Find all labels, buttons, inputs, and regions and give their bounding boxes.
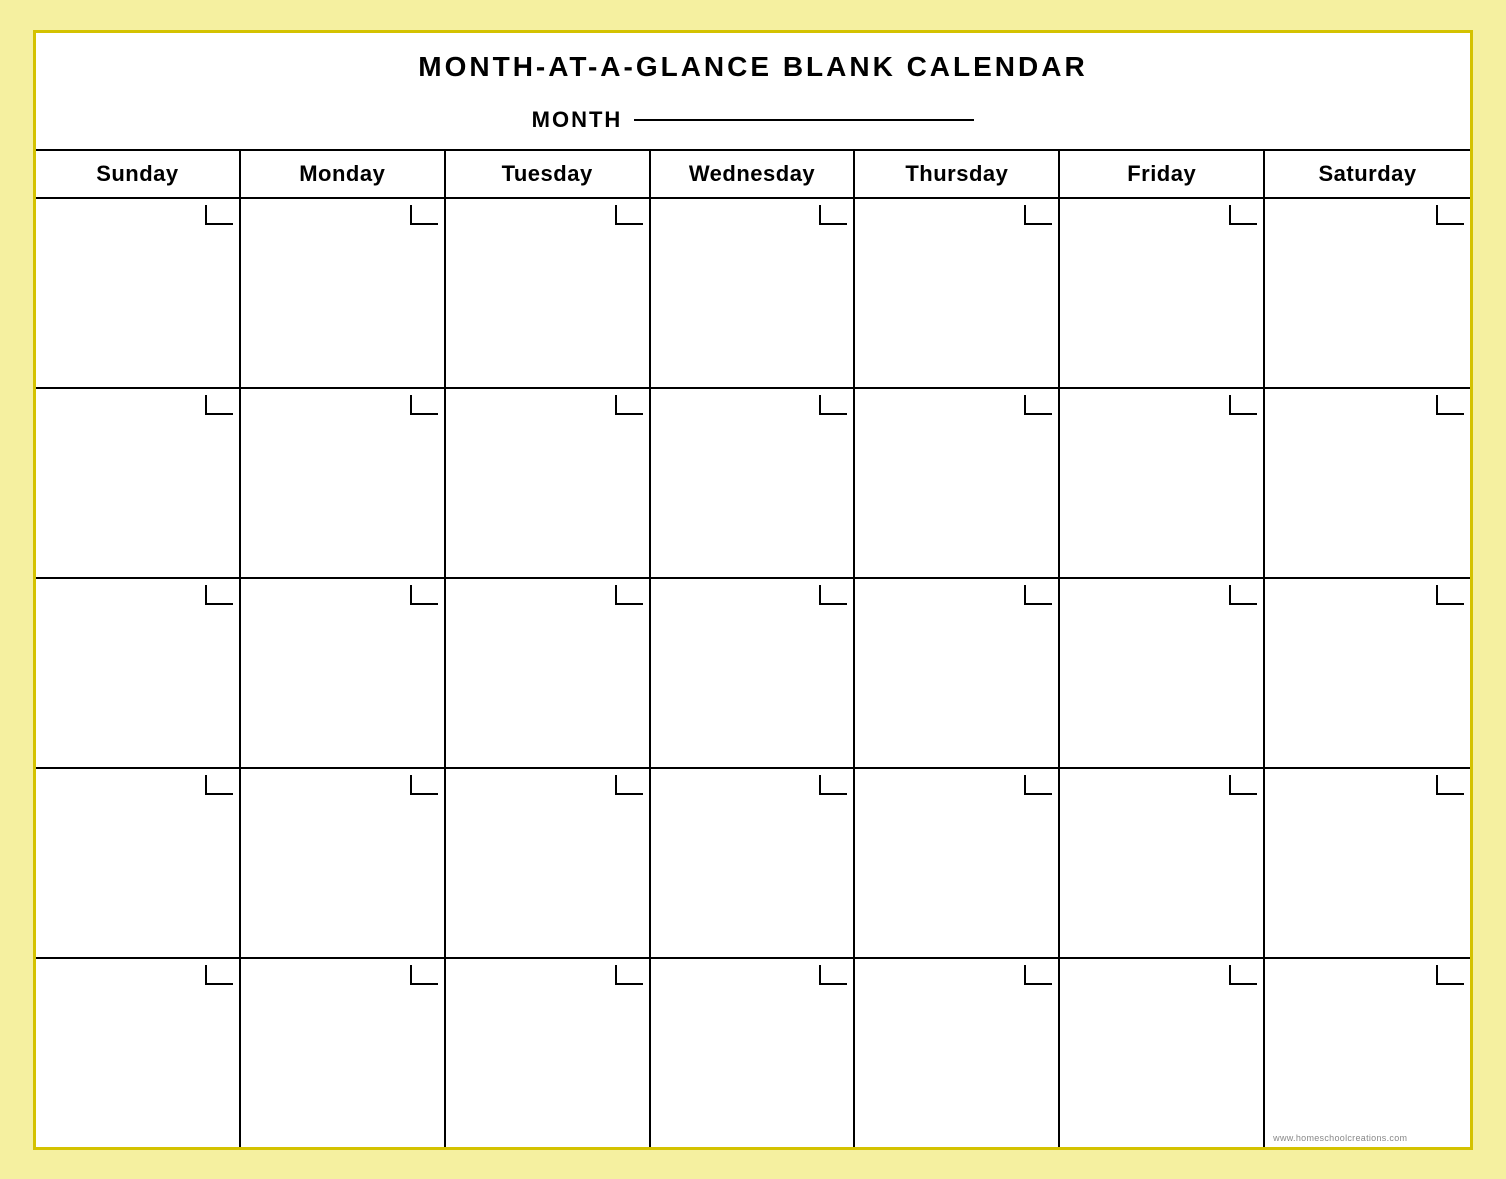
cell-1-2[interactable] (241, 199, 446, 387)
calendar-title: MONTH-AT-A-GLANCE BLANK CALENDAR (36, 33, 1470, 97)
date-corner (615, 395, 643, 415)
date-corner (205, 585, 233, 605)
date-corner (410, 585, 438, 605)
cell-3-6[interactable] (1060, 579, 1265, 767)
date-corner (1024, 395, 1052, 415)
cell-4-5[interactable] (855, 769, 1060, 957)
cell-4-2[interactable] (241, 769, 446, 957)
cell-2-5[interactable] (855, 389, 1060, 577)
day-monday: Monday (241, 151, 446, 197)
cell-2-6[interactable] (1060, 389, 1265, 577)
date-corner (205, 395, 233, 415)
cell-4-1[interactable] (36, 769, 241, 957)
cell-1-1[interactable] (36, 199, 241, 387)
day-saturday: Saturday (1265, 151, 1470, 197)
date-corner (615, 775, 643, 795)
date-corner (1229, 965, 1257, 985)
date-corner (819, 775, 847, 795)
day-wednesday: Wednesday (651, 151, 856, 197)
date-corner (819, 965, 847, 985)
date-corner (205, 965, 233, 985)
calendar-container: MONTH-AT-A-GLANCE BLANK CALENDAR MONTH S… (33, 30, 1473, 1150)
cell-4-3[interactable] (446, 769, 651, 957)
date-corner (1436, 775, 1464, 795)
calendar-row-2 (36, 389, 1470, 579)
cell-4-7[interactable] (1265, 769, 1470, 957)
cell-4-6[interactable] (1060, 769, 1265, 957)
month-label: MONTH (532, 107, 623, 133)
date-corner (410, 395, 438, 415)
date-corner (1229, 205, 1257, 225)
cell-3-3[interactable] (446, 579, 651, 767)
cell-3-4[interactable] (651, 579, 856, 767)
date-corner (1024, 965, 1052, 985)
cell-2-7[interactable] (1265, 389, 1470, 577)
day-tuesday: Tuesday (446, 151, 651, 197)
watermark: www.homeschoolcreations.com (1273, 1133, 1407, 1143)
date-corner (410, 205, 438, 225)
date-corner (205, 205, 233, 225)
date-corner (1024, 775, 1052, 795)
date-corner (1436, 585, 1464, 605)
cell-3-5[interactable] (855, 579, 1060, 767)
cell-3-1[interactable] (36, 579, 241, 767)
date-corner (1436, 395, 1464, 415)
date-corner (410, 965, 438, 985)
calendar-row-1 (36, 199, 1470, 389)
days-header: Sunday Monday Tuesday Wednesday Thursday… (36, 151, 1470, 199)
cell-2-3[interactable] (446, 389, 651, 577)
date-corner (410, 775, 438, 795)
date-corner (1229, 775, 1257, 795)
cell-5-3[interactable] (446, 959, 651, 1147)
cell-1-5[interactable] (855, 199, 1060, 387)
date-corner (615, 585, 643, 605)
date-corner (819, 585, 847, 605)
calendar-row-4 (36, 769, 1470, 959)
cell-5-4[interactable] (651, 959, 856, 1147)
cell-5-5[interactable] (855, 959, 1060, 1147)
calendar-grid: www.homeschoolcreations.com (36, 199, 1470, 1147)
day-sunday: Sunday (36, 151, 241, 197)
date-corner (205, 775, 233, 795)
cell-5-6[interactable] (1060, 959, 1265, 1147)
date-corner (1229, 585, 1257, 605)
date-corner (819, 395, 847, 415)
cell-2-1[interactable] (36, 389, 241, 577)
date-corner (1436, 965, 1464, 985)
cell-3-7[interactable] (1265, 579, 1470, 767)
date-corner (1229, 395, 1257, 415)
cell-3-2[interactable] (241, 579, 446, 767)
date-corner (819, 205, 847, 225)
date-corner (1024, 585, 1052, 605)
date-corner (1436, 205, 1464, 225)
cell-4-4[interactable] (651, 769, 856, 957)
cell-1-4[interactable] (651, 199, 856, 387)
date-corner (615, 965, 643, 985)
date-corner (615, 205, 643, 225)
cell-1-6[interactable] (1060, 199, 1265, 387)
cell-2-4[interactable] (651, 389, 856, 577)
cell-1-3[interactable] (446, 199, 651, 387)
month-row: MONTH (36, 97, 1470, 151)
date-corner (1024, 205, 1052, 225)
day-thursday: Thursday (855, 151, 1060, 197)
cell-1-7[interactable] (1265, 199, 1470, 387)
cell-5-1[interactable] (36, 959, 241, 1147)
cell-2-2[interactable] (241, 389, 446, 577)
calendar-row-5: www.homeschoolcreations.com (36, 959, 1470, 1147)
cell-5-7[interactable]: www.homeschoolcreations.com (1265, 959, 1470, 1147)
calendar-row-3 (36, 579, 1470, 769)
cell-5-2[interactable] (241, 959, 446, 1147)
month-line (634, 119, 974, 121)
day-friday: Friday (1060, 151, 1265, 197)
